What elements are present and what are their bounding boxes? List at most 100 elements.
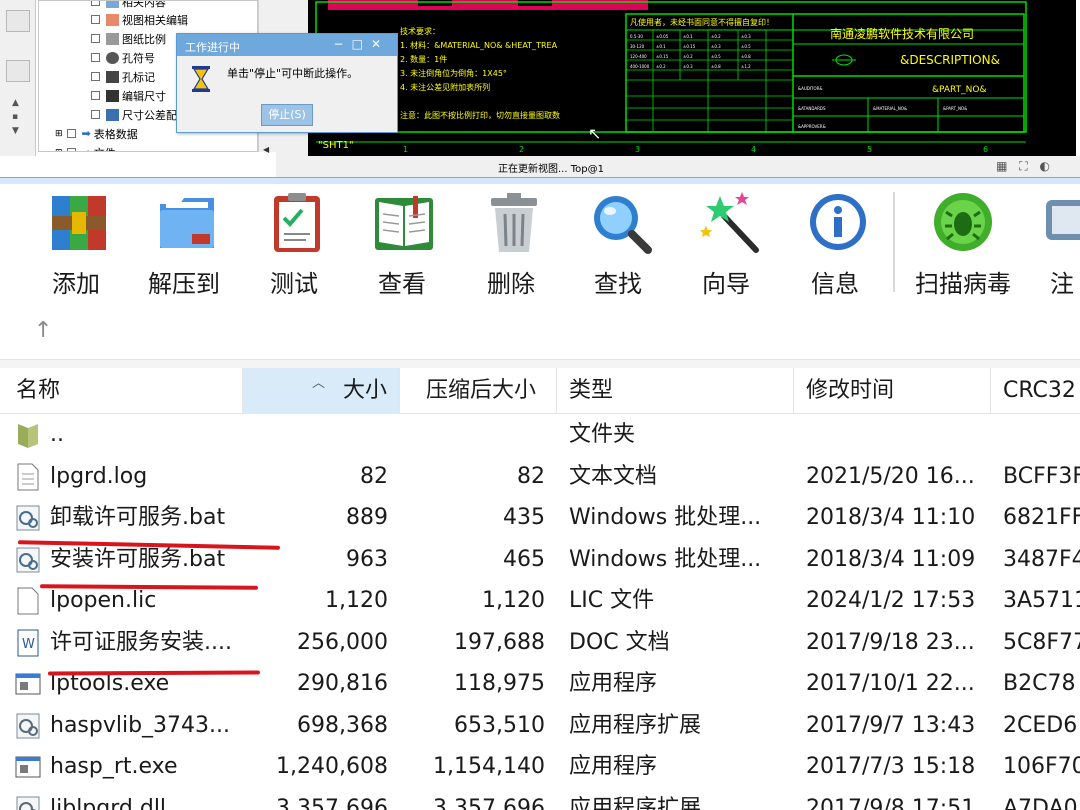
delete-button[interactable]: 删除 — [461, 184, 561, 302]
stop-button[interactable]: 停止(S) — [261, 104, 313, 126]
file-size: 889 — [346, 505, 388, 530]
tree-item-label: 孔标记 — [122, 70, 155, 84]
add-button[interactable]: 添加 — [26, 184, 126, 302]
tree-checkbox[interactable] — [66, 129, 76, 138]
view-button[interactable]: 查看 — [352, 184, 452, 302]
strip-scroll-arrows-icon[interactable]: ▲ ▪ ▼ — [12, 96, 19, 138]
file-row[interactable]: lpgrd.log 82 82 文本文档 2021/5/20 16... BCFF3F — [0, 456, 1080, 498]
sheet-tab[interactable]: "SHT1" — [318, 140, 354, 151]
file-row[interactable]: hasp_rt.exe 1,240,608 1,154,140 应用程序 2017/7/… — [0, 746, 1080, 788]
tree-item[interactable]: ⊞ ➡ 表格数据 — [55, 124, 138, 143]
find-button[interactable]: 查找 — [568, 184, 668, 302]
tree-item[interactable]: 图纸比例 — [91, 29, 166, 48]
comment-label: 注 — [1050, 270, 1074, 298]
extract-to-button[interactable]: 解压到 — [134, 184, 234, 302]
tree-checkbox[interactable] — [91, 53, 100, 62]
tree-checkbox[interactable] — [91, 72, 100, 81]
file-name: lptools.exe — [50, 671, 170, 696]
file-row[interactable]: 卸载许可服务.bat 889 435 Windows 批处理... 2018/3/4 1… — [0, 497, 1080, 539]
drawing-canvas[interactable]: 0.5-30 ±0.05 ±0.1 ±0.2 ±0.3 30-120 ±0.1 ±0.15 ±… — [308, 0, 1076, 156]
file-name: hasp_rt.exe — [50, 754, 178, 779]
tree-checkbox[interactable] — [91, 34, 100, 43]
file-packed: 1,120 — [482, 588, 545, 613]
expand-icon[interactable]: ⊞ — [55, 129, 63, 139]
file-list: .. 文件夹 lpgrd.log 82 82 文本文档 2021/5/20 16... BCF… — [0, 414, 1080, 810]
tree-checkbox[interactable] — [91, 15, 100, 24]
tree-item[interactable]: 编辑尺寸 — [91, 86, 166, 105]
tree-checkbox[interactable] — [91, 110, 100, 119]
svg-text:±0.1: ±0.1 — [683, 34, 693, 39]
info-button[interactable]: 信息 — [785, 184, 885, 302]
tree-checkbox[interactable] — [66, 148, 76, 151]
extract-to-label: 解压到 — [148, 270, 220, 298]
svg-text:W: W — [22, 637, 35, 652]
tree-item[interactable]: 孔符号 — [91, 48, 155, 67]
cad-status-bar: 正在更新视图... Top@1 ▦ ⛶ ◐ — [276, 156, 1080, 177]
file-row[interactable]: haspvlib_3743... 698,368 653,510 应用程序扩展 2017… — [0, 705, 1080, 747]
tools-icon[interactable] — [6, 10, 30, 32]
status-text: 正在更新视图... Top@1 — [498, 164, 604, 175]
svg-text:±0.5: ±0.5 — [741, 44, 751, 49]
dialog-titlebar[interactable]: 工作进行中 −□✕ — [177, 34, 397, 56]
wizard-button[interactable]: 向导 — [676, 184, 776, 302]
column-header-type[interactable]: 类型 — [557, 368, 794, 414]
tree-item[interactable]: 孔标记 — [91, 67, 155, 86]
file-name: liblpgrd.dll — [50, 795, 167, 810]
test-icon — [274, 193, 320, 252]
test-button[interactable]: 测试 — [244, 184, 344, 302]
find-label: 查找 — [594, 270, 642, 298]
tree-item-label: 编辑尺寸 — [122, 89, 166, 103]
drawing-ruler: 1 2 3 4 5 6 — [403, 145, 988, 154]
file-row[interactable]: .. 文件夹 — [0, 414, 1080, 456]
file-packed: 118,975 — [454, 671, 545, 696]
file-modified: 2017/7/3 15:18 — [806, 754, 976, 779]
tree-item[interactable]: 视图相关编辑 — [91, 10, 188, 29]
file-crc: 2CED6 — [1003, 712, 1078, 738]
file-row[interactable]: liblpgrd.dll 3,357,696 3,357,696 应用程序扩展 2017… — [0, 788, 1080, 810]
column-header-crc[interactable]: CRC32 — [991, 368, 1080, 414]
virus-scan-button[interactable]: 扫描病毒 — [904, 184, 1022, 302]
tree-checkbox[interactable] — [91, 91, 100, 100]
file-list-header: 名称 大小 ︿ 压缩后大小 类型 修改时间 CRC32 — [0, 368, 1080, 414]
file-type: 文本文档 — [569, 463, 658, 489]
file-row[interactable]: lptools.exe 290,816 118,975 应用程序 2017/10/1 2… — [0, 663, 1080, 705]
column-header-packed[interactable]: 压缩后大小 — [400, 368, 557, 414]
drawing-text: 3. 未注倒角位为倒角：1X45° — [400, 68, 507, 78]
drawing-text: &PART_NO& — [932, 85, 986, 95]
svg-text:&MATERIAL_NO&: &MATERIAL_NO& — [873, 106, 907, 111]
info-label: 信息 — [811, 270, 859, 298]
file-modified: 2021/5/20 16... — [806, 463, 975, 489]
window-controls-icon[interactable]: −□✕ — [334, 37, 389, 51]
tree-checkbox[interactable] — [91, 1, 100, 6]
tree-node-icon — [106, 108, 119, 121]
svg-text:&AUDITOR&: &AUDITOR& — [798, 86, 823, 91]
column-header-name[interactable]: 名称 — [0, 368, 243, 414]
sheet-icon[interactable] — [6, 60, 30, 82]
drawing-annotations: 技术要求： 1. 材料：&MATERIAL_NO& &HEAT_TREA 2. 数量… — [400, 17, 1000, 120]
file-packed: 465 — [503, 546, 545, 572]
file-crc: 3A5711 — [1003, 588, 1080, 613]
file-name: lpgrd.log — [50, 463, 148, 489]
file-name: .. — [50, 422, 64, 447]
view-controls-icon[interactable]: ▦ ⛶ ◐ — [996, 159, 1054, 174]
file-crc: 6821FF — [1003, 505, 1080, 530]
expand-icon[interactable]: ⊞ — [55, 148, 63, 152]
scroll-left-icon[interactable]: ◀ — [263, 145, 269, 154]
svg-text:±0.3: ±0.3 — [741, 34, 751, 39]
tree-item-label: 文件 — [94, 145, 116, 152]
tree-node-icon — [106, 32, 119, 45]
ruler-number: 3 — [635, 145, 640, 154]
up-folder-icon[interactable]: ↑ — [34, 318, 52, 343]
svg-text:&PART_NO&: &PART_NO& — [943, 106, 967, 111]
file-modified: 2017/9/18 23... — [806, 629, 975, 655]
comment-button[interactable]: 注 — [1030, 184, 1080, 302]
file-packed: 82 — [517, 463, 545, 489]
virus-scan-icon — [934, 193, 992, 251]
file-crc: 3487F4 — [1003, 546, 1080, 572]
svg-text:±0.8: ±0.8 — [741, 54, 751, 59]
tree-item[interactable]: 尺寸公差配合 — [91, 105, 188, 124]
test-label: 测试 — [270, 270, 318, 298]
file-row[interactable]: W 许可证服务安装.... 256,000 197,688 DOC 文档 2017/9/1… — [0, 622, 1080, 664]
column-header-modified[interactable]: 修改时间 — [794, 368, 991, 414]
tree-item[interactable]: ⊞ ➡文件 — [55, 143, 116, 152]
